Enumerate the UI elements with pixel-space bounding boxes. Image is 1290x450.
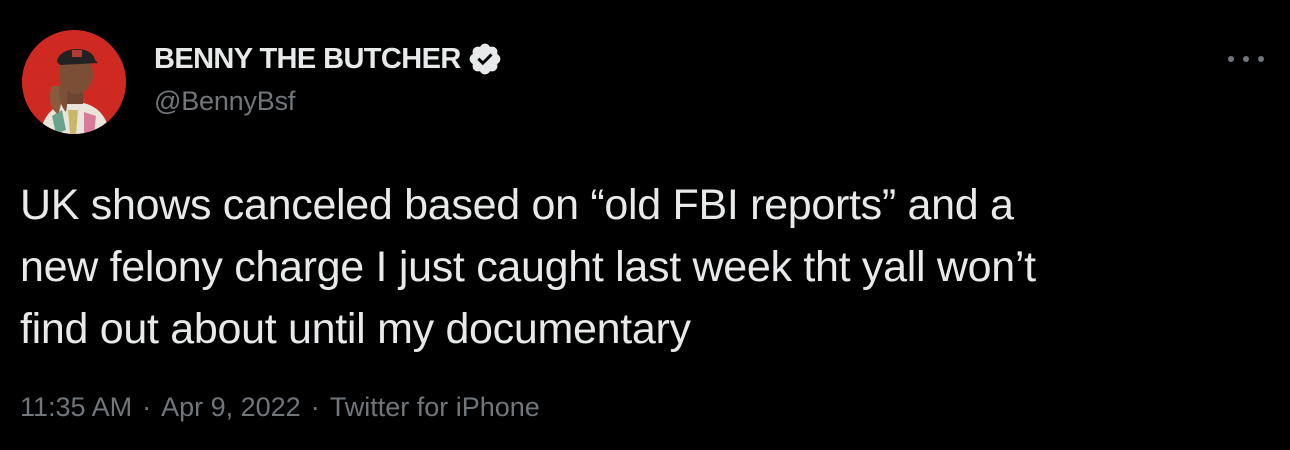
tweet-metadata: 11:35 AM · Apr 9, 2022 · Twitter for iPh…: [20, 392, 540, 423]
more-dot: [1243, 56, 1249, 62]
meta-separator: ·: [310, 392, 320, 422]
tweet-source[interactable]: Twitter for iPhone: [330, 392, 540, 423]
verified-badge-icon: [467, 41, 503, 77]
avatar-image: [22, 30, 126, 134]
tweet-text: UK shows canceled based on “old FBI repo…: [20, 181, 1036, 353]
meta-separator: ·: [142, 392, 152, 422]
display-name[interactable]: BENNY THE BUTCHER: [154, 43, 461, 76]
more-horizontal-icon[interactable]: [1228, 48, 1264, 70]
display-name-row: BENNY THE BUTCHER: [154, 42, 503, 76]
user-handle[interactable]: @BennyBsf: [154, 86, 295, 117]
tweet-card: BENNY THE BUTCHER @BennyBsf UK shows can…: [0, 0, 1290, 450]
more-dot: [1258, 56, 1264, 62]
avatar[interactable]: [22, 30, 126, 134]
tweet-time[interactable]: 11:35 AM: [20, 392, 132, 423]
more-dot: [1228, 56, 1234, 62]
tweet-date[interactable]: Apr 9, 2022: [161, 392, 301, 423]
